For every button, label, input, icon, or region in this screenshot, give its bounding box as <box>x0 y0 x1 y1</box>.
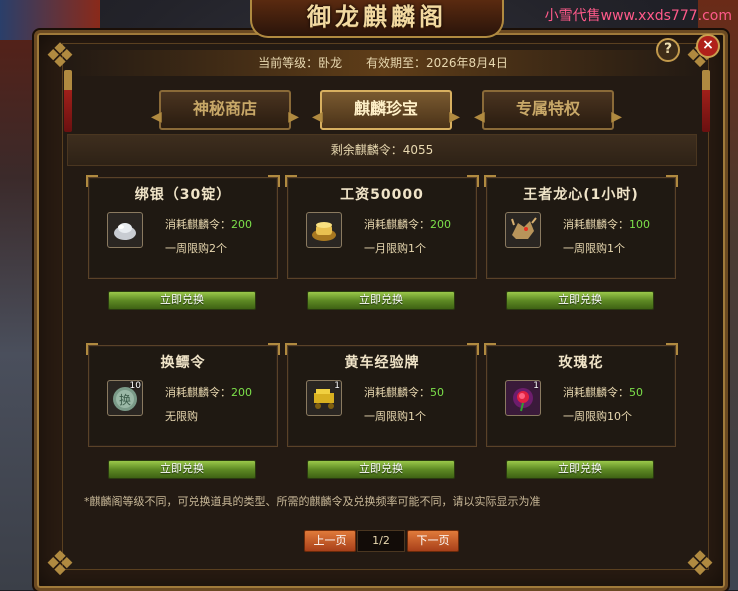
tassel-decoration <box>64 70 72 132</box>
exchange-button[interactable]: 立即兑换 <box>108 291 256 310</box>
item-name: 绑银（30锭） <box>134 187 232 203</box>
exchange-button[interactable]: 立即兑换 <box>506 291 654 310</box>
item-card: 换鳔令 换 10 消耗麒麟令：200 无限购 <box>86 343 280 447</box>
cost-label: 消耗麒麟令： <box>364 218 430 231</box>
tassel-decoration <box>702 70 710 132</box>
item-card: 玫瑰花 1 消耗麒麟令：50 一周限购10个 <box>484 343 678 447</box>
cost-value: 200 <box>231 386 252 399</box>
item-cost: 消耗麒麟令：200 <box>165 384 252 400</box>
exchange-button[interactable]: 立即兑换 <box>307 460 455 479</box>
dragon-head-icon[interactable] <box>505 212 541 248</box>
next-page-button[interactable]: 下一页 <box>407 530 459 552</box>
cost-value: 200 <box>231 218 252 231</box>
cost-label: 消耗麒麟令： <box>563 386 629 399</box>
cost-value: 100 <box>629 218 650 231</box>
footnote: *麒麟阁等级不同，可兑换道具的类型、所需的麒麟令及兑换频率可能不同，请以实际显示… <box>84 495 541 508</box>
tab-label: 专属特权 <box>515 99 580 118</box>
item-cost: 消耗麒麟令：50 <box>364 384 444 400</box>
item-card: 黄车经验牌 1 消耗麒麟令：50 一周限购1个 <box>285 343 479 447</box>
watermark: 小雪代售www.xxds777.com <box>544 8 732 24</box>
item-card: 王者龙心(1小时) 消耗麒麟令：100 一周限购1个 <box>484 175 678 279</box>
title-plate: 御龙麒麟阁 <box>250 0 504 38</box>
svg-text:换: 换 <box>119 393 131 407</box>
tab-qilin-treasure[interactable]: ◀ 麒麟珍宝 ▶ <box>312 90 460 130</box>
tab-arrow-right-icon: ▶ <box>449 109 460 125</box>
item-count: 1 <box>334 381 340 391</box>
current-level: 当前等级：卧龙 <box>258 56 343 70</box>
remaining-tokens: 剩余麒麟令：4055 <box>67 134 697 166</box>
cost-label: 消耗麒麟令： <box>165 386 231 399</box>
item-cost: 消耗麒麟令：200 <box>364 216 451 232</box>
purchase-limit: 一周限购1个 <box>563 242 625 255</box>
item-name: 黄车经验牌 <box>344 355 420 371</box>
close-button[interactable]: × <box>696 34 720 58</box>
item-card: 绑银（30锭） 消耗麒麟令：200 一周限购2个 <box>86 175 280 279</box>
tab-label: 麒麟珍宝 <box>353 99 418 118</box>
item-name: 换鳔令 <box>160 355 206 371</box>
corner-ornament-icon: ❖ <box>684 544 716 584</box>
tab-arrow-right-icon: ▶ <box>611 109 622 125</box>
gold-ingot-icon[interactable] <box>306 212 342 248</box>
item-name: 玫瑰花 <box>558 355 604 371</box>
purchase-limit: 一周限购2个 <box>165 242 227 255</box>
item-count: 10 <box>129 381 141 391</box>
tab-label: 神秘商店 <box>192 99 257 118</box>
cost-label: 消耗麒麟令： <box>364 386 430 399</box>
purchase-limit: 无限购 <box>165 410 198 423</box>
cost-value: 50 <box>629 386 643 399</box>
exchange-button[interactable]: 立即兑换 <box>506 460 654 479</box>
prev-page-button[interactable]: 上一页 <box>304 530 356 552</box>
dialog-title: 御龙麒麟阁 <box>307 2 447 31</box>
purchase-limit: 一周限购10个 <box>563 410 632 423</box>
item-cost: 消耗麒麟令：100 <box>563 216 650 232</box>
page-indicator: 1/2 <box>357 530 405 552</box>
expiry-date: 有效期至：2026年8月4日 <box>366 56 508 70</box>
tab-arrow-right-icon: ▶ <box>288 109 299 125</box>
tab-arrow-left-icon: ◀ <box>312 109 323 125</box>
corner-ornament-icon: ❖ <box>44 544 76 584</box>
tab-mystery-shop[interactable]: ◀ 神秘商店 ▶ <box>151 90 299 130</box>
item-name: 工资50000 <box>340 187 424 203</box>
purchase-limit: 一月限购1个 <box>364 242 426 255</box>
cost-label: 消耗麒麟令： <box>165 218 231 231</box>
tab-exclusive-privilege[interactable]: ◀ 专属特权 ▶ <box>474 90 622 130</box>
cost-value: 50 <box>430 386 444 399</box>
cost-value: 200 <box>430 218 451 231</box>
jade-token-icon[interactable]: 换 10 <box>107 380 143 416</box>
cost-label: 消耗麒麟令： <box>563 218 629 231</box>
purchase-limit: 一周限购1个 <box>364 410 426 423</box>
silver-ingot-icon[interactable] <box>107 212 143 248</box>
exchange-button[interactable]: 立即兑换 <box>108 460 256 479</box>
exchange-button[interactable]: 立即兑换 <box>307 291 455 310</box>
rose-icon[interactable]: 1 <box>505 380 541 416</box>
item-count: 1 <box>533 381 539 391</box>
item-cost: 消耗麒麟令：200 <box>165 216 252 232</box>
item-card: 工资50000 消耗麒麟令：200 一月限购1个 <box>285 175 479 279</box>
yellow-cart-icon[interactable]: 1 <box>306 380 342 416</box>
item-cost: 消耗麒麟令：50 <box>563 384 643 400</box>
tab-arrow-left-icon: ◀ <box>151 109 162 125</box>
tab-arrow-left-icon: ◀ <box>474 109 485 125</box>
item-name: 王者龙心(1小时) <box>523 187 639 203</box>
info-bar: 当前等级：卧龙 有效期至：2026年8月4日 <box>68 50 698 76</box>
